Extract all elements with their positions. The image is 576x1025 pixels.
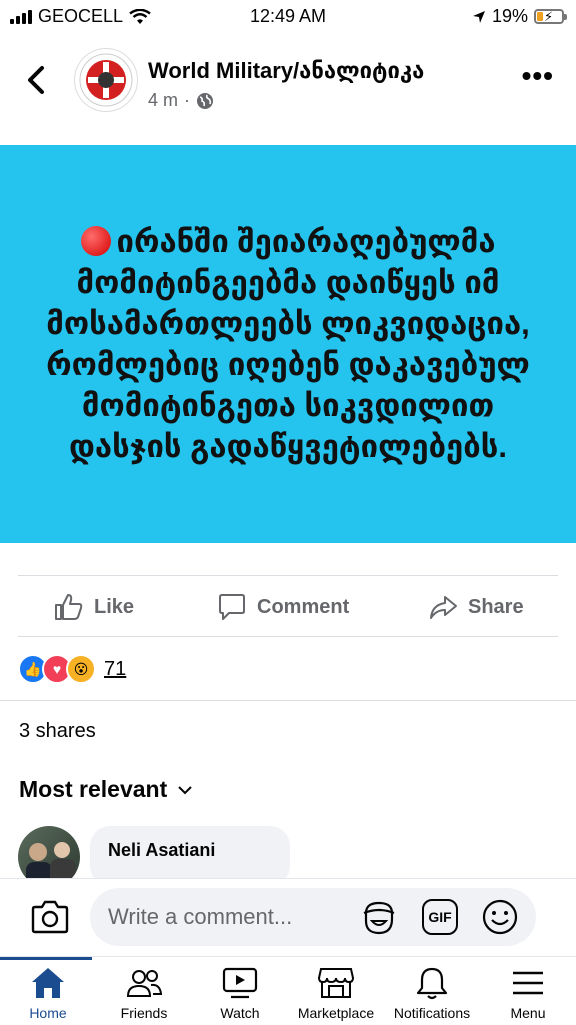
bottom-navigation: Home Friends Watch Marketplace Notificat… [0, 956, 576, 1025]
bell-icon [412, 965, 452, 1001]
nav-notifications-label: Notifications [393, 1005, 471, 1021]
globe-icon [197, 92, 214, 109]
comment-sort-dropdown[interactable]: Most relevant [19, 776, 193, 803]
red-circle-emoji-icon [80, 226, 111, 256]
military-emblem-icon [79, 53, 133, 107]
like-button[interactable]: Like [54, 578, 134, 636]
nav-menu-label: Menu [510, 1005, 546, 1021]
nav-home[interactable]: Home [0, 957, 96, 1025]
like-label: Like [94, 595, 135, 618]
divider [18, 575, 558, 576]
battery-icon: ⚡ [534, 9, 567, 24]
friends-icon [124, 965, 164, 1001]
shares-count[interactable]: 3 shares [19, 720, 96, 743]
gif-icon[interactable]: GIF [422, 899, 458, 935]
status-bar: GEOCELL 12:49 AM 19% ⚡ [0, 0, 576, 34]
status-right: 19% ⚡ [472, 6, 567, 27]
camera-icon[interactable] [30, 899, 70, 935]
nav-marketplace-label: Marketplace [297, 1005, 375, 1021]
post-actions: Like Comment Share [0, 578, 576, 636]
nav-marketplace[interactable]: Marketplace [288, 957, 384, 1025]
emoji-smile-icon[interactable] [482, 899, 518, 935]
back-arrow-icon[interactable] [22, 62, 50, 98]
nav-friends-label: Friends [120, 1005, 168, 1021]
hamburger-menu-icon [508, 965, 548, 1001]
nav-menu[interactable]: Menu [480, 957, 576, 1025]
home-icon [28, 965, 68, 1001]
comment-bubble[interactable]: Neli Asatiani [90, 826, 290, 886]
comment-composer: GIF [0, 878, 576, 957]
post-text-block: ირანში შეიარაღებულმა მომიტინგეებმა დაიწყ… [38, 221, 538, 467]
avatar-sticker-icon[interactable] [360, 899, 398, 937]
post-header: World Military/ანალიტიკა 4 m · ••• [0, 40, 576, 120]
meta-separator: · [184, 90, 191, 110]
nav-home-label: Home [29, 1005, 67, 1021]
divider [18, 636, 558, 637]
comment-button[interactable]: Comment [217, 578, 349, 636]
more-options-icon[interactable]: ••• [522, 62, 554, 90]
page-name[interactable]: World Military/ანალიტიკა [148, 58, 424, 84]
watch-video-icon [220, 965, 260, 1001]
share-button[interactable]: Share [428, 578, 524, 636]
composer-icons: GIF [360, 899, 518, 937]
share-arrow-icon [430, 596, 457, 619]
comment-bubble-icon [219, 594, 245, 620]
post-image[interactable]: ირანში შეიარაღებულმა მომიტინგეებმა დაიწყ… [0, 145, 576, 543]
post-time[interactable]: 4 m [148, 90, 178, 111]
chevron-down-icon [178, 785, 192, 794]
thumbs-up-icon [55, 594, 83, 620]
wow-reaction-icon: 😮 [66, 654, 96, 684]
gif-label: GIF [428, 909, 452, 925]
nav-friends[interactable]: Friends [96, 957, 192, 1025]
comment-label: Comment [257, 595, 350, 618]
location-arrow-icon [472, 10, 485, 23]
post-text: ირანში შეიარაღებულმა მომიტინგეებმა დაიწყ… [46, 224, 530, 464]
nav-watch-label: Watch [220, 1005, 260, 1021]
reaction-count[interactable]: 71 [104, 658, 126, 681]
comment-author[interactable]: Neli Asatiani [108, 840, 215, 861]
nav-notifications[interactable]: Notifications [384, 957, 480, 1025]
nav-watch[interactable]: Watch [192, 957, 288, 1025]
reactions-summary[interactable]: 👍 ♥ 😮 71 [18, 654, 126, 684]
divider [0, 700, 576, 701]
share-label: Share [468, 595, 524, 618]
post-meta: 4 m · [148, 90, 214, 111]
page-avatar[interactable] [74, 48, 138, 112]
sort-label: Most relevant [19, 776, 168, 802]
battery-percent: 19% [491, 6, 528, 26]
marketplace-store-icon [316, 965, 356, 1001]
